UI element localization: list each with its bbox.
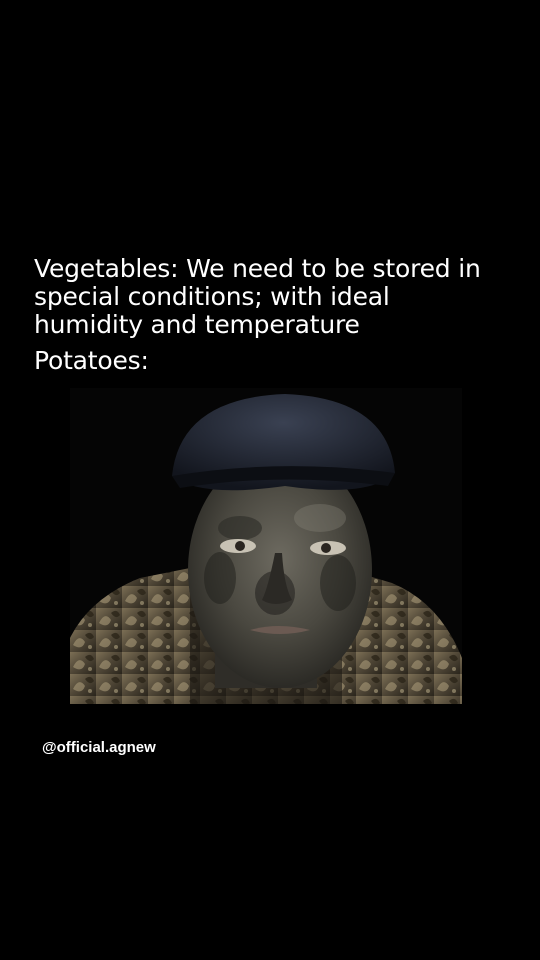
caption-line-2: special conditions; with ideal bbox=[34, 282, 390, 311]
caption-punchline: Potatoes: bbox=[34, 346, 149, 375]
caption-line-3: humidity and temperature bbox=[34, 310, 360, 339]
caption-line-1: Vegetables: We need to be stored in bbox=[34, 254, 481, 283]
meme-caption: Vegetables: We need to be stored in spec… bbox=[34, 255, 514, 375]
dirty-face-man-illustration bbox=[70, 388, 462, 704]
watermark-handle: @official.agnew bbox=[42, 739, 156, 756]
meme-photo bbox=[70, 388, 462, 704]
